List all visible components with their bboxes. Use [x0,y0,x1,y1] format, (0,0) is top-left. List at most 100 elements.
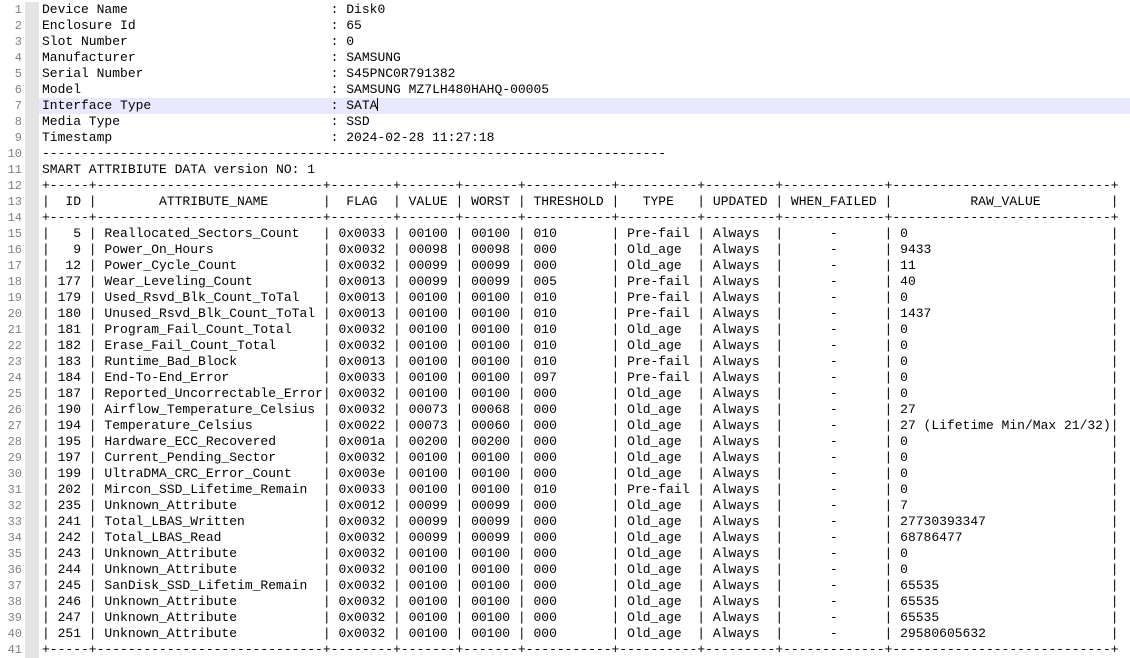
line-number[interactable]: 37 [0,578,22,594]
line-text[interactable]: Device Name : Disk0 [39,2,1130,18]
line-text[interactable]: | ID | ATTRIBUTE_NAME | FLAG | VALUE | W… [39,194,1130,210]
line-text[interactable]: | 197 | Current_Pending_Sector | 0x0032 … [39,450,1130,466]
line-number[interactable]: 22 [0,338,22,354]
editor-line[interactable]: 4Manufacturer : SAMSUNG [0,50,1130,66]
editor-line[interactable]: 22 | 182 | Erase_Fail_Count_Total | 0x003… [0,338,1130,354]
line-number[interactable]: 29 [0,450,22,466]
line-text[interactable]: ----------------------------------------… [39,146,1130,162]
line-text[interactable]: Manufacturer : SAMSUNG [39,50,1130,66]
line-text[interactable]: Model : SAMSUNG MZ7LH480HAHQ-00005 [39,82,1130,98]
editor-line[interactable]: 25 | 187 | Reported_Uncorrectable_Error| … [0,386,1130,402]
line-text[interactable]: Serial Number : S45PNC0R791382 [39,66,1130,82]
line-text[interactable]: | 187 | Reported_Uncorrectable_Error| 0x… [39,386,1130,402]
editor-line[interactable]: 18 | 177 | Wear_Leveling_Count | 0x0013 |… [0,274,1130,290]
line-text[interactable]: | 179 | Used_Rsvd_Blk_Count_ToTal | 0x00… [39,290,1130,306]
line-text[interactable]: | 182 | Erase_Fail_Count_Total | 0x0032 … [39,338,1130,354]
editor-line[interactable]: 31 | 202 | Mircon_SSD_Lifetime_Remain | 0… [0,482,1130,498]
line-text[interactable]: | 241 | Total_LBAS_Written | 0x0032 | 00… [39,514,1130,530]
line-number[interactable]: 24 [0,370,22,386]
line-text[interactable]: | 180 | Unused_Rsvd_Blk_Count_ToTal | 0x… [39,306,1130,322]
line-number[interactable]: 14 [0,210,22,226]
line-number[interactable]: 27 [0,418,22,434]
editor-line[interactable]: 29 | 197 | Current_Pending_Sector | 0x003… [0,450,1130,466]
line-text[interactable]: | 177 | Wear_Leveling_Count | 0x0013 | 0… [39,274,1130,290]
line-number[interactable]: 7 [0,98,22,114]
line-number[interactable]: 30 [0,466,22,482]
editor-line[interactable]: 24 | 184 | End-To-End_Error | 0x0033 | 00… [0,370,1130,386]
line-number[interactable]: 10 [0,146,22,162]
line-text[interactable]: | 202 | Mircon_SSD_Lifetime_Remain | 0x0… [39,482,1130,498]
line-text[interactable]: +-----+-----------------------------+---… [39,210,1130,226]
line-number[interactable]: 23 [0,354,22,370]
line-text[interactable]: Timestamp : 2024-02-28 11:27:18 [39,130,1130,146]
line-text[interactable]: +-----+-----------------------------+---… [39,178,1130,194]
editor-line[interactable]: 8Media Type : SSD [0,114,1130,130]
editor-line[interactable]: 5 Serial Number : S45PNC0R791382 [0,66,1130,82]
line-number[interactable]: 5 [0,66,22,82]
line-number[interactable]: 18 [0,274,22,290]
line-number[interactable]: 12 [0,178,22,194]
line-text[interactable]: | 12 | Power_Cycle_Count | 0x0032 | 0009… [39,258,1130,274]
editor-line[interactable]: 37 | 245 | SanDisk_SSD_Lifetim_Remain | 0… [0,578,1130,594]
line-number[interactable]: 16 [0,242,22,258]
line-text[interactable]: | 195 | Hardware_ECC_Recovered | 0x001a … [39,434,1130,450]
line-number[interactable]: 38 [0,594,22,610]
line-text[interactable]: | 235 | Unknown_Attribute | 0x0012 | 000… [39,498,1130,514]
editor-line[interactable]: 16 | 9 | Power_On_Hours | 0x0032 | 00098 … [0,242,1130,258]
line-number[interactable]: 33 [0,514,22,530]
editor-line[interactable]: 14 +-----+-----------------------------+-… [0,210,1130,226]
editor-line[interactable]: 35 | 243 | Unknown_Attribute | 0x0032 | 0… [0,546,1130,562]
line-text[interactable]: Slot Number : 0 [39,34,1130,50]
line-number[interactable]: 40 [0,626,22,642]
line-text[interactable]: | 243 | Unknown_Attribute | 0x0032 | 001… [39,546,1130,562]
editor-line[interactable]: 38 | 246 | Unknown_Attribute | 0x0032 | 0… [0,594,1130,610]
line-text[interactable]: | 190 | Airflow_Temperature_Celsius | 0x… [39,402,1130,418]
line-number[interactable]: 31 [0,482,22,498]
editor-line[interactable]: 7 Interface Type : SATA [0,98,1130,114]
editor-line[interactable]: 11SMART ATTRIBIUTE DATA version NO: 1 [0,162,1130,178]
line-text[interactable]: Enclosure Id : 65 [39,18,1130,34]
line-number[interactable]: 15 [0,226,22,242]
line-number[interactable]: 2 [0,18,22,34]
editor-line[interactable]: 33 | 241 | Total_LBAS_Written | 0x0032 | … [0,514,1130,530]
line-number[interactable]: 9 [0,130,22,146]
line-text[interactable]: | 183 | Runtime_Bad_Block | 0x0013 | 001… [39,354,1130,370]
editor-line[interactable]: 27| 194 | Temperature_Celsius | 0x0022 |… [0,418,1130,434]
editor-line[interactable]: 30| 199 | UltraDMA_CRC_Error_Count | 0x0… [0,466,1130,482]
editor-line[interactable]: 28| 195 | Hardware_ECC_Recovered | 0x001… [0,434,1130,450]
line-number[interactable]: 25 [0,386,22,402]
line-text[interactable]: | 251 | Unknown_Attribute | 0x0032 | 001… [39,626,1130,642]
line-number[interactable]: 32 [0,498,22,514]
line-number[interactable]: 3 [0,34,22,50]
editor-line[interactable]: 19 | 179 | Used_Rsvd_Blk_Count_ToTal | 0x… [0,290,1130,306]
line-number[interactable]: 11 [0,162,22,178]
editor-line[interactable]: 40 | 251 | Unknown_Attribute | 0x0032 | 0… [0,626,1130,642]
editor-line[interactable]: 10 --------------------------------------… [0,146,1130,162]
line-text[interactable]: | 245 | SanDisk_SSD_Lifetim_Remain | 0x0… [39,578,1130,594]
line-text[interactable]: | 246 | Unknown_Attribute | 0x0032 | 001… [39,594,1130,610]
editor-line[interactable]: 17 | 12 | Power_Cycle_Count | 0x0032 | 00… [0,258,1130,274]
editor-line[interactable]: 41+-----+-----------------------------+-… [0,642,1130,658]
line-number[interactable]: 34 [0,530,22,546]
line-text[interactable]: | 184 | End-To-End_Error | 0x0033 | 0010… [39,370,1130,386]
line-text[interactable]: Interface Type : SATA [39,98,1130,114]
line-number[interactable]: 19 [0,290,22,306]
editor-line[interactable]: 32 | 235 | Unknown_Attribute | 0x0012 | 0… [0,498,1130,514]
line-number[interactable]: 17 [0,258,22,274]
editor-line[interactable]: 6Model : SAMSUNG MZ7LH480HAHQ-00005 [0,82,1130,98]
editor-line[interactable]: 20| 180 | Unused_Rsvd_Blk_Count_ToTal | … [0,306,1130,322]
editor-line[interactable]: 15| 5 | Reallocated_Sectors_Count | 0x00… [0,226,1130,242]
editor-line[interactable]: 26 | 190 | Airflow_Temperature_Celsius | … [0,402,1130,418]
line-text[interactable]: | 9 | Power_On_Hours | 0x0032 | 00098 | … [39,242,1130,258]
editor-line[interactable]: 12 +-----+-----------------------------+-… [0,178,1130,194]
line-text[interactable]: | 244 | Unknown_Attribute | 0x0032 | 001… [39,562,1130,578]
line-number[interactable]: 13 [0,194,22,210]
line-text[interactable]: Media Type : SSD [39,114,1130,130]
editor-line[interactable]: 36| 244 | Unknown_Attribute | 0x0032 | 0… [0,562,1130,578]
line-number[interactable]: 35 [0,546,22,562]
editor-line[interactable]: 2 Enclosure Id : 65 [0,18,1130,34]
editor-line[interactable]: 1Device Name : Disk0 [0,2,1130,18]
line-number[interactable]: 26 [0,402,22,418]
line-text[interactable]: | 247 | Unknown_Attribute | 0x0032 | 001… [39,610,1130,626]
line-number[interactable]: 39 [0,610,22,626]
